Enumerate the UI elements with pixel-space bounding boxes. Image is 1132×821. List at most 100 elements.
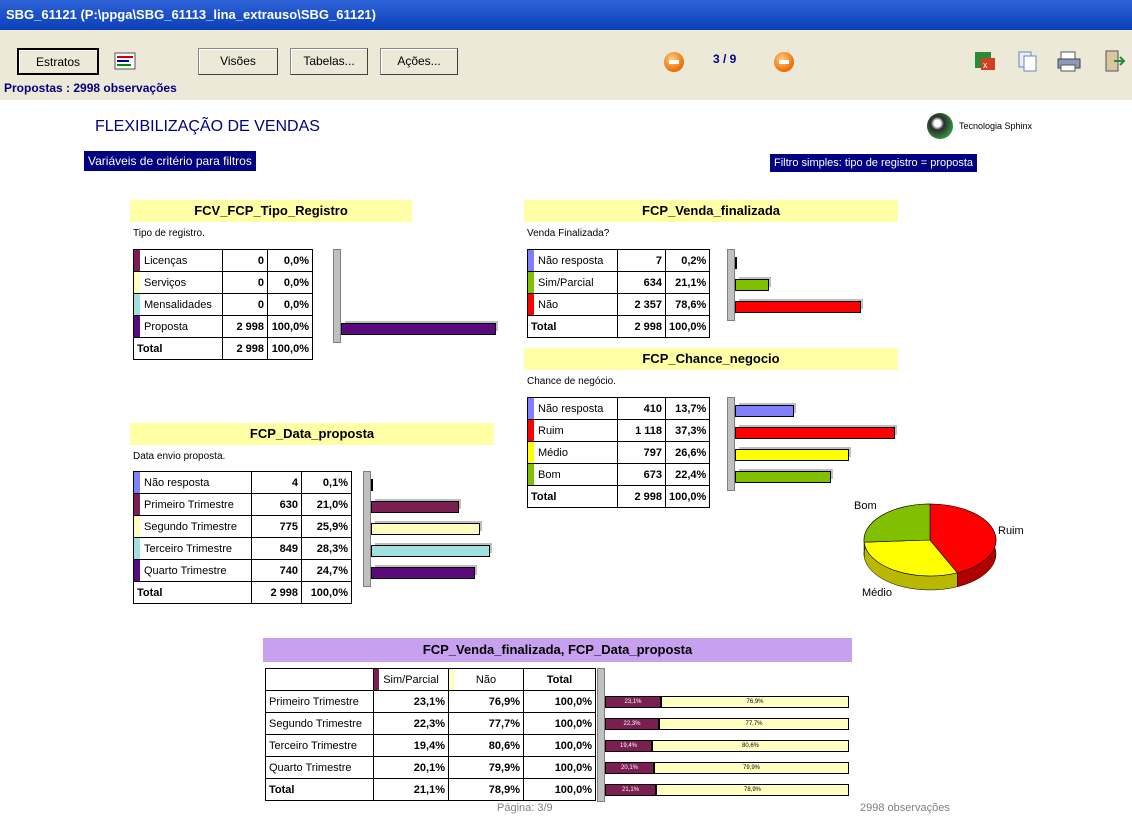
row-count: 410: [617, 397, 666, 420]
bar: [735, 427, 895, 439]
table-row: Sim/Parcial 634 21,1%: [527, 271, 711, 294]
observations-count: Propostas : 2998 observações: [4, 81, 177, 95]
tabelas-button[interactable]: Tabelas...: [290, 48, 368, 75]
total-pct: 100,0%: [664, 485, 711, 508]
row-count: 0: [222, 271, 268, 294]
table-row: Quarto Trimestre 20,1% 79,9% 100,0%: [265, 756, 596, 779]
estratos-button[interactable]: Estratos: [17, 48, 99, 75]
table-row: Não resposta 410 13,7%: [527, 397, 711, 420]
cross-header: Total: [523, 668, 596, 691]
exit-icon[interactable]: [1100, 49, 1126, 75]
total-pct: 100,0%: [664, 315, 711, 338]
row-percent: 100,0%: [267, 315, 313, 338]
table-row: Bom 673 22,4%: [527, 463, 711, 486]
color-swatch: [134, 494, 140, 515]
row-percent: 22,4%: [664, 463, 711, 486]
cross-table: Sim/Parcial Não Total Primeiro Trimestre 23,…: [265, 668, 596, 801]
row-label: Não: [527, 293, 618, 316]
row-count: 0: [222, 249, 268, 272]
chance-negocio-caption: Chance de negócio.: [527, 376, 616, 387]
color-swatch: [449, 669, 454, 690]
total-n: 2 998: [251, 581, 302, 604]
pie-label-medio: Médio: [862, 587, 892, 599]
table-row: Total 21,1% 78,9% 100,0%: [265, 778, 596, 801]
total-row: Total 2 998 100,0%: [133, 337, 313, 360]
row-percent: 25,9%: [301, 515, 352, 538]
visoes-button[interactable]: Visões: [198, 48, 278, 75]
table-row: Ruim 1 118 37,3%: [527, 419, 711, 442]
row-label: Sim/Parcial: [527, 271, 618, 294]
total-n: 2 998: [617, 485, 666, 508]
row-label: Bom: [527, 463, 618, 486]
sphinx-logo-icon: [927, 113, 953, 139]
cell-nao: 80,6%: [448, 734, 524, 757]
row-percent: 21,1%: [664, 271, 711, 294]
bar: [735, 301, 861, 313]
row-label: Segundo Trimestre: [265, 712, 374, 735]
cross-header: Não: [448, 668, 524, 691]
row-label: Ruim: [527, 419, 618, 442]
row-label: Segundo Trimestre: [133, 515, 252, 538]
print-icon[interactable]: [1056, 49, 1082, 75]
color-swatch: [134, 316, 140, 337]
pie-label-ruim: Ruim: [998, 525, 1024, 537]
row-percent: 28,3%: [301, 537, 352, 560]
table-row: Licenças 0 0,0%: [133, 249, 313, 272]
footer-observations: 2998 observações: [860, 802, 950, 814]
color-swatch: [374, 669, 379, 690]
row-label: Não resposta: [527, 397, 618, 420]
stacked-bar-nao: 80,6%: [652, 740, 849, 752]
row-label: Primeiro Trimestre: [133, 493, 252, 516]
cell-nao: 79,9%: [448, 756, 524, 779]
total-label: Total: [133, 581, 252, 604]
row-count: 740: [251, 559, 302, 582]
total-label: Total: [527, 485, 618, 508]
row-count: 1 118: [617, 419, 666, 442]
row-percent: 21,0%: [301, 493, 352, 516]
toolbar: Estratos Visões Tabelas... Ações... 3 / …: [0, 30, 1132, 100]
cross-header-row: Sim/Parcial Não Total: [265, 668, 596, 691]
row-count: 775: [251, 515, 302, 538]
total-pct: 100,0%: [301, 581, 352, 604]
row-label: Médio: [527, 441, 618, 464]
stacked-bar-sim: 21,1%: [605, 784, 656, 796]
color-swatch: [528, 442, 534, 463]
color-swatch: [134, 560, 140, 581]
row-count: 797: [617, 441, 666, 464]
tipo-registro-caption: Tipo de registro.: [133, 228, 205, 239]
color-swatch: [134, 250, 140, 271]
previous-page-icon[interactable]: [664, 52, 684, 72]
chance-negocio-title: FCP_Chance_negocio: [524, 348, 898, 370]
table-row: Mensalidades 0 0,0%: [133, 293, 313, 316]
copy-icon[interactable]: [1015, 49, 1041, 75]
row-percent: 0,0%: [267, 271, 313, 294]
acoes-button[interactable]: Ações...: [380, 48, 458, 75]
cell-sim: 19,4%: [373, 734, 449, 757]
bar-axis: [333, 249, 341, 343]
table-row: Terceiro Trimestre 19,4% 80,6% 100,0%: [265, 734, 596, 757]
table-row: Não resposta 4 0,1%: [133, 471, 352, 494]
cell-total: 100,0%: [523, 734, 596, 757]
next-page-icon[interactable]: [774, 52, 794, 72]
row-percent: 26,6%: [664, 441, 711, 464]
total-row: Total 2 998 100,0%: [527, 485, 711, 508]
row-label: Licenças: [133, 249, 223, 272]
table-row: Primeiro Trimestre 23,1% 76,9% 100,0%: [265, 690, 596, 713]
row-label: Terceiro Trimestre: [265, 734, 374, 757]
total-label: Total: [527, 315, 618, 338]
bar-axis: [727, 249, 735, 321]
row-count: 7: [617, 249, 666, 272]
row-label: Proposta: [133, 315, 223, 338]
total-pct: 100,0%: [267, 337, 313, 360]
layout-icon[interactable]: [113, 49, 139, 75]
chance-negocio-pie: [863, 503, 997, 591]
cell-sim: 23,1%: [373, 690, 449, 713]
bar: [735, 257, 737, 269]
row-count: 630: [251, 493, 302, 516]
cross-header: Sim/Parcial: [373, 668, 449, 691]
color-swatch: [528, 272, 534, 293]
cross-header-blank: [265, 668, 374, 691]
row-label: Quarto Trimestre: [133, 559, 252, 582]
export-excel-icon[interactable]: x: [972, 49, 998, 75]
color-swatch: [134, 272, 140, 293]
